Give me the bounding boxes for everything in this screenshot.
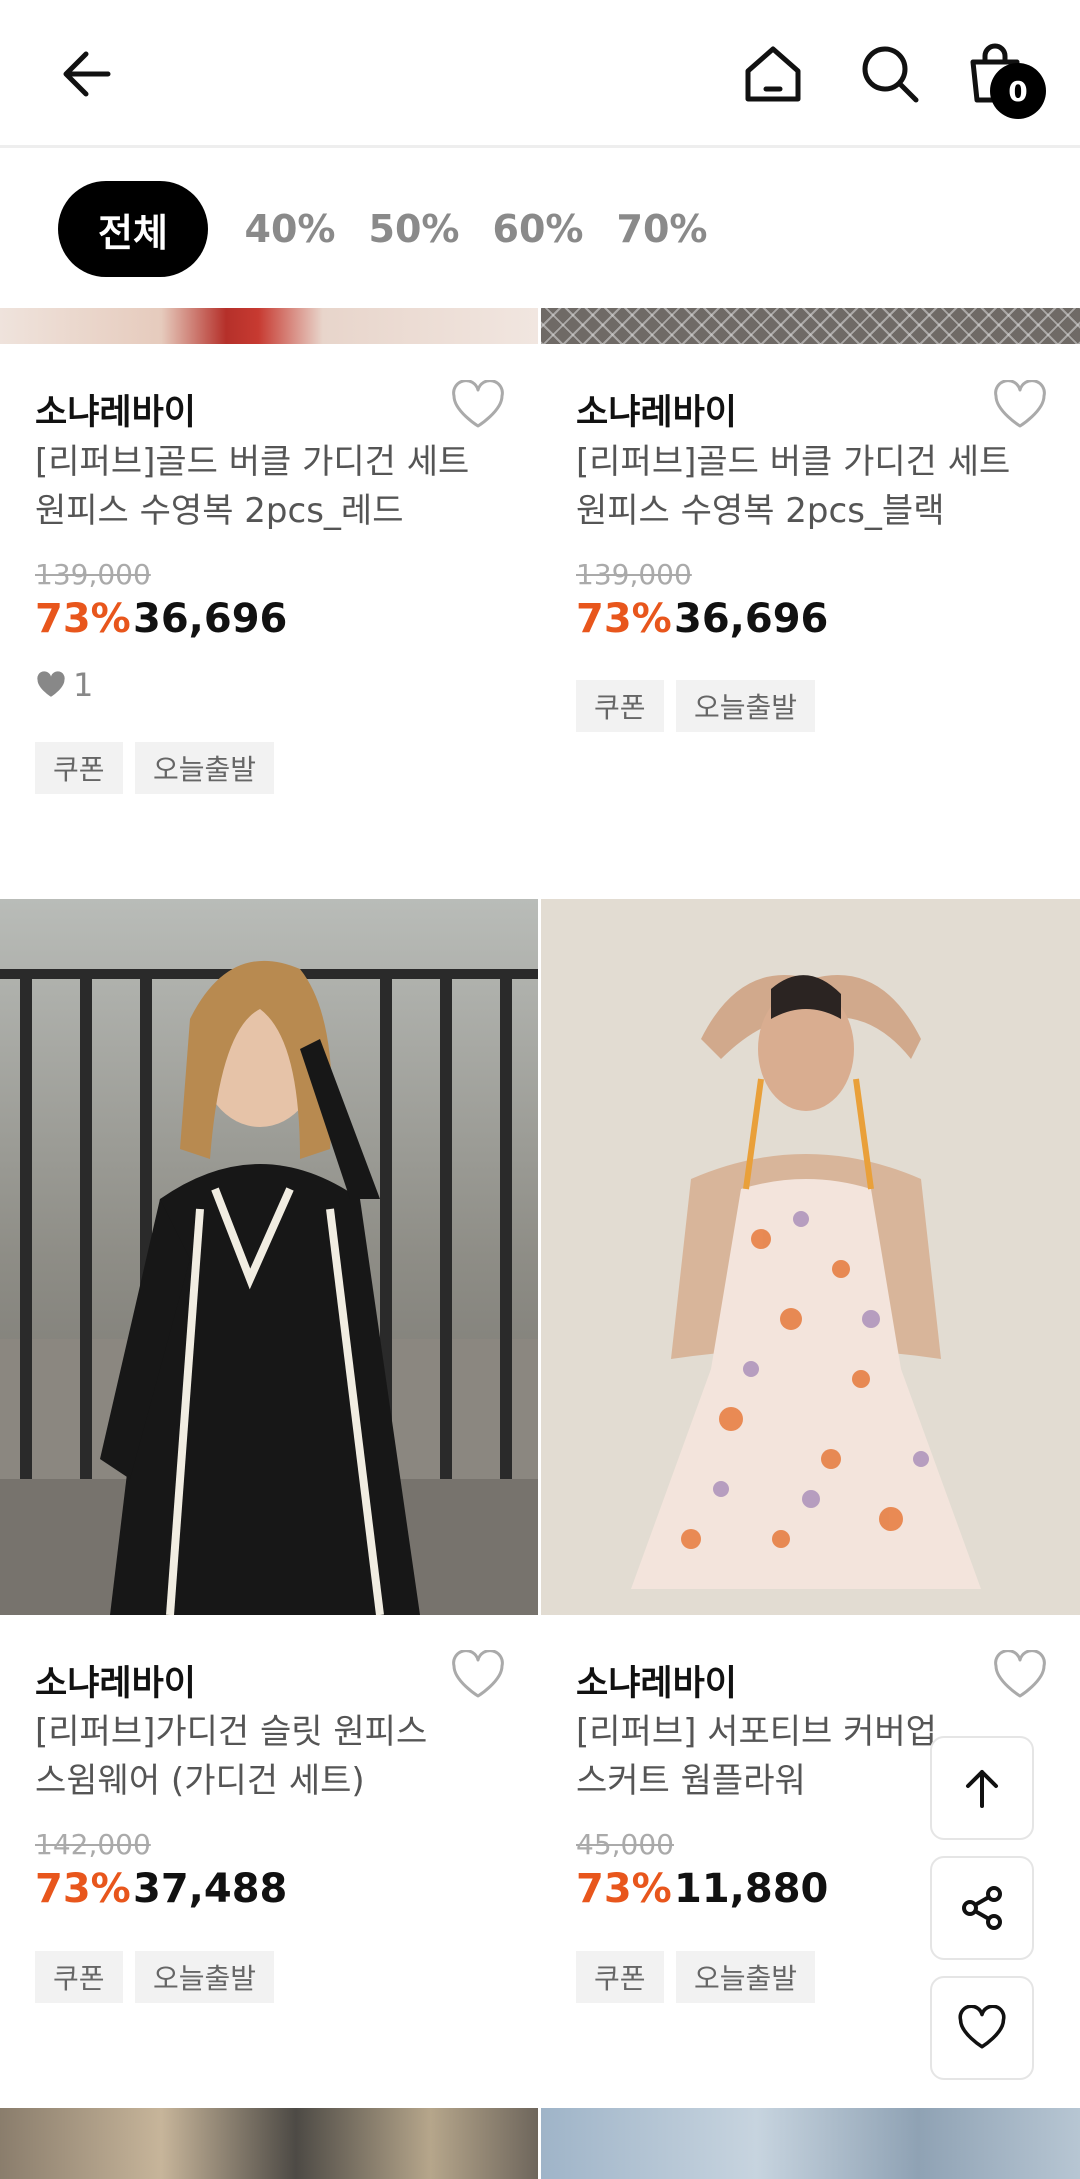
discount-rate: 73% <box>576 596 672 642</box>
heart-outline-icon[interactable] <box>992 1650 1048 1700</box>
search-icon <box>862 46 919 103</box>
share-icon <box>962 1886 1002 1930</box>
product-image[interactable] <box>541 2108 1080 2179</box>
filter-chip-70[interactable]: 70% <box>612 181 712 277</box>
product-image[interactable] <box>0 2108 538 2179</box>
cart-count-badge: 0 <box>990 63 1046 119</box>
product-name-line1: [리퍼브] 서포티브 커버업 <box>576 1712 936 1752</box>
discount-rate: 73% <box>35 1866 131 1912</box>
heart-icon <box>958 2005 1006 2049</box>
coupon-tag: 쿠폰 <box>35 1951 123 2003</box>
model-photo-floral-swimdress <box>541 899 1080 1615</box>
ship-today-tag: 오늘출발 <box>676 680 816 732</box>
discount-rate: 73% <box>35 596 131 642</box>
heart-filled-icon <box>37 671 65 697</box>
product-image[interactable] <box>541 308 1080 344</box>
sale-price: 37,488 <box>133 1866 288 1912</box>
product-name-line2: 스윔웨어 (가디건 세트) <box>35 1761 365 1801</box>
top-header: 0 <box>0 0 1080 148</box>
brand-name: 소냐레바이 <box>35 1664 197 1704</box>
scroll-top-button[interactable] <box>930 1736 1034 1840</box>
like-count: 1 <box>35 666 93 704</box>
discount-filter-bar: 전체 40% 50% 60% 70% <box>0 151 1080 308</box>
ship-today-tag: 오늘출발 <box>676 1951 816 2003</box>
search-button[interactable] <box>850 34 930 114</box>
ship-today-tag: 오늘출발 <box>135 742 275 794</box>
product-image[interactable] <box>541 899 1080 1615</box>
heart-outline-icon[interactable] <box>992 380 1048 430</box>
product-name-line1: [리퍼브]골드 버클 가디건 세트 <box>576 442 1011 482</box>
arrow-up-icon <box>966 1770 998 1808</box>
coupon-tag: 쿠폰 <box>576 680 664 732</box>
sale-price: 11,880 <box>674 1866 829 1912</box>
original-price: 139,000 <box>35 558 151 591</box>
heart-outline-icon[interactable] <box>450 380 506 430</box>
wishlist-button[interactable] <box>930 1976 1034 2080</box>
like-count-value: 1 <box>73 666 94 704</box>
model-photo-black-dress <box>0 899 538 1615</box>
arrow-left-icon <box>63 51 111 97</box>
product-name-line2: 원피스 수영복 2pcs_레드 <box>35 491 404 531</box>
filter-chip-60[interactable]: 60% <box>488 181 588 277</box>
coupon-tag: 쿠폰 <box>35 742 123 794</box>
brand-name: 소냐레바이 <box>576 1664 738 1704</box>
brand-name: 소냐레바이 <box>576 393 738 433</box>
product-name-line2: 원피스 수영복 2pcs_블랙 <box>576 491 945 531</box>
home-button[interactable] <box>733 34 813 114</box>
back-button[interactable] <box>50 34 130 114</box>
sale-price: 36,696 <box>674 596 829 642</box>
home-icon <box>745 46 801 102</box>
product-image[interactable] <box>0 308 538 344</box>
filter-chip-50[interactable]: 50% <box>364 181 464 277</box>
product-image[interactable] <box>0 899 538 1615</box>
product-name-line1: [리퍼브]가디건 슬릿 원피스 <box>35 1712 428 1752</box>
ship-today-tag: 오늘출발 <box>135 1951 275 2003</box>
brand-name: 소냐레바이 <box>35 393 197 433</box>
heart-outline-icon[interactable] <box>450 1650 506 1700</box>
coupon-tag: 쿠폰 <box>576 1951 664 2003</box>
original-price: 139,000 <box>576 558 692 591</box>
original-price: 45,000 <box>576 1828 674 1861</box>
sale-price: 36,696 <box>133 596 288 642</box>
original-price: 142,000 <box>35 1828 151 1861</box>
filter-chip-all[interactable]: 전체 <box>58 181 208 277</box>
product-name-line1: [리퍼브]골드 버클 가디건 세트 <box>35 442 470 482</box>
share-button[interactable] <box>930 1856 1034 1960</box>
filter-chip-40[interactable]: 40% <box>240 181 340 277</box>
discount-rate: 73% <box>576 1866 672 1912</box>
